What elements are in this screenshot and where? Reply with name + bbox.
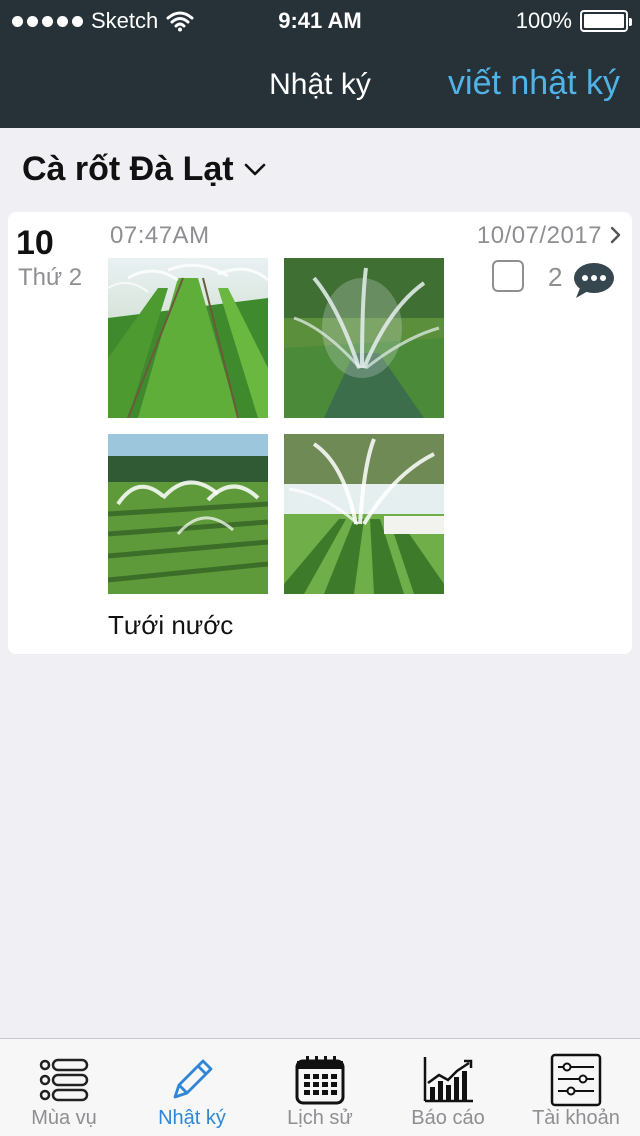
- entry-time: 07:47AM: [110, 222, 210, 249]
- tab-label: Mùa vụ: [31, 1107, 97, 1129]
- tab-bar: Mùa vụ Nhật ký Lịch sử Báo cáo Tài khoản: [0, 1038, 640, 1136]
- irrigation-photo-3: [108, 434, 268, 594]
- chart-icon: [423, 1057, 473, 1103]
- comment-count: 2: [548, 262, 563, 292]
- entry-weekday: Thứ 2: [18, 264, 83, 291]
- pencil-icon: [173, 1059, 213, 1099]
- tab-account[interactable]: Tài khoản: [512, 1039, 640, 1136]
- tab-reports[interactable]: Báo cáo: [384, 1039, 512, 1136]
- irrigation-photo-4: [284, 434, 444, 594]
- irrigation-photo-1: [108, 258, 268, 418]
- entry-date: 10/07/2017: [476, 222, 602, 249]
- irrigation-photo-2: [284, 258, 444, 418]
- status-bar: Sketch 9:41 AM 100%: [0, 0, 640, 40]
- tab-label: Tài khoản: [532, 1107, 620, 1129]
- entry-photo[interactable]: [108, 258, 268, 418]
- calendar-icon: [295, 1056, 345, 1105]
- tab-crops[interactable]: Mùa vụ: [0, 1039, 128, 1136]
- crop-name: Cà rốt Đà Lạt: [22, 150, 234, 188]
- diary-entry-card[interactable]: 10 Thứ 2 07:47AM 10/07/2017 2 Tưới nước: [8, 212, 632, 654]
- write-diary-button[interactable]: viết nhật ký: [448, 64, 620, 103]
- entry-caption: Tưới nước: [108, 610, 234, 640]
- tab-diary[interactable]: Nhật ký: [128, 1039, 256, 1136]
- navigation-bar: Sketch 9:41 AM 100% Nhật ký viết nhật ký: [0, 0, 640, 128]
- tab-label: Nhật ký: [158, 1107, 226, 1129]
- chevron-down-icon: [244, 163, 265, 175]
- battery-icon: [580, 10, 632, 32]
- comment-icon[interactable]: [572, 260, 616, 300]
- settings-sliders-icon: [550, 1053, 602, 1107]
- tab-history[interactable]: Lịch sử: [256, 1039, 384, 1136]
- crop-selector[interactable]: Cà rốt Đà Lạt: [22, 150, 266, 189]
- tab-label: Lịch sử: [287, 1107, 353, 1129]
- list-icon: [39, 1058, 89, 1102]
- entry-photo[interactable]: [108, 434, 268, 594]
- chevron-right-icon[interactable]: [610, 226, 622, 244]
- battery-percentage: 100%: [515, 8, 572, 33]
- entry-photo[interactable]: [284, 434, 444, 594]
- tab-label: Báo cáo: [411, 1107, 485, 1129]
- entry-checkbox[interactable]: [492, 260, 524, 292]
- entry-photo[interactable]: [284, 258, 444, 418]
- entry-day: 10: [16, 224, 54, 262]
